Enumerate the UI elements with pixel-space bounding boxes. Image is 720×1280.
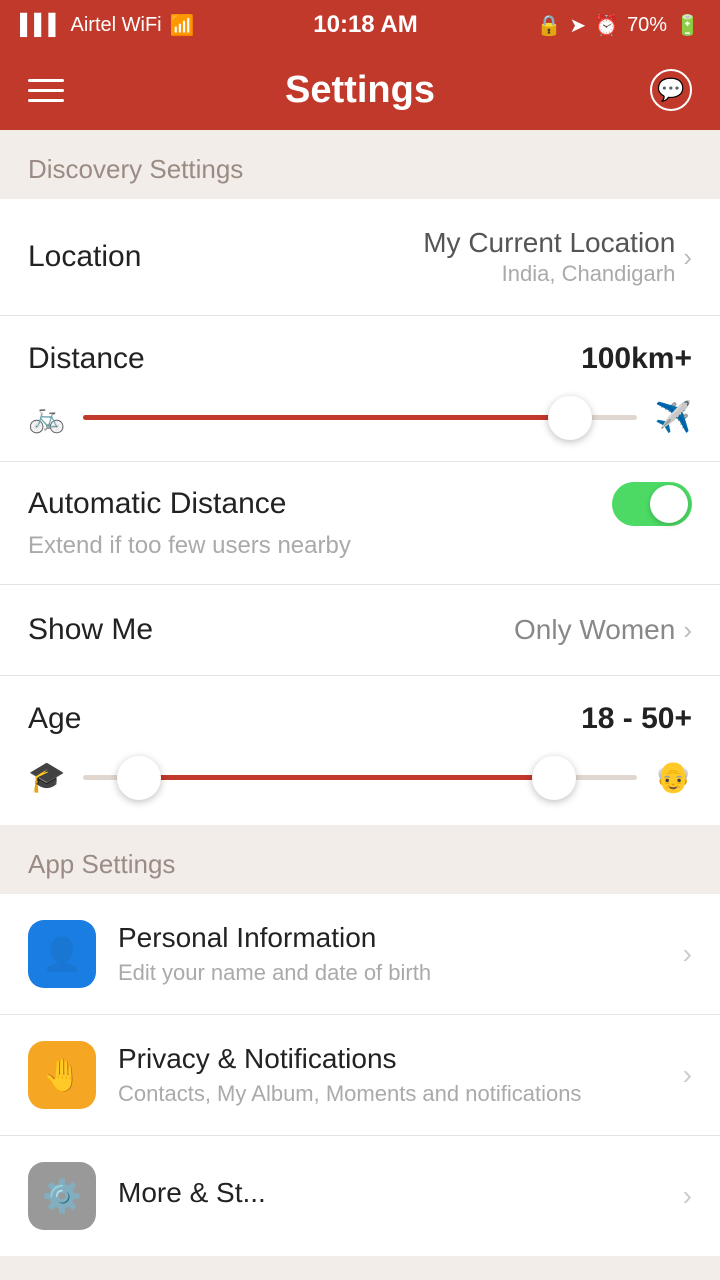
personal-info-content: Personal Information Edit your name and … [118,922,661,986]
location-sub-text: India, Chandigarh [502,261,676,287]
age-slider-thumb-right[interactable] [532,756,576,800]
location-row[interactable]: Location My Current Location India, Chan… [0,199,720,316]
hamburger-line [28,89,64,92]
app-settings-section: App Settings 👤 Personal Information Edit… [0,825,720,1256]
distance-slider-container: 🚲 ✈️ [28,400,692,435]
distance-label: Distance [28,342,145,376]
location-icon: ➤ [569,13,586,38]
notification-icon: 🤚 [42,1056,82,1094]
more-title: More & St... [118,1177,661,1209]
personal-info-title: Personal Information [118,922,661,954]
personal-info-chevron: › [683,938,692,970]
more-content: More & St... [118,1177,661,1215]
wifi-icon: 📶 [170,13,195,38]
battery-label: 70% [627,14,667,37]
show-me-label: Show Me [28,613,153,647]
age-section: Age 18 - 50+ 🎓 👴 [0,676,720,825]
personal-info-icon: 👤 [28,920,96,988]
privacy-subtitle: Contacts, My Album, Moments and notifica… [118,1081,661,1107]
age-icon-left: 🎓 [28,760,65,795]
chat-button[interactable]: 💬 [650,69,692,111]
auto-distance-row: Automatic Distance Extend if too few use… [0,462,720,585]
distance-icon-left: 🚲 [28,400,65,435]
privacy-title: Privacy & Notifications [118,1043,661,1075]
privacy-chevron: › [683,1059,692,1091]
menu-button[interactable] [28,79,64,102]
signal-icon: ▌▌▌ [20,14,63,37]
auto-distance-label: Automatic Distance [28,487,286,521]
app-settings-header: App Settings [0,825,720,894]
privacy-content: Privacy & Notifications Contacts, My Alb… [118,1043,661,1107]
age-slider-fill [139,775,554,780]
app-settings-card: 👤 Personal Information Edit your name an… [0,894,720,1256]
auto-distance-subtitle: Extend if too few users nearby [28,532,351,559]
auto-distance-toggle[interactable] [612,482,692,526]
location-value: My Current Location India, Chandigarh › [423,227,692,287]
status-right: 🔒 ➤ ⏰ 70% 🔋 [536,13,700,38]
lock-icon: 🔒 [536,13,561,38]
page-title: Settings [285,69,435,112]
personal-info-subtitle: Edit your name and date of birth [118,960,661,986]
distance-slider-thumb[interactable] [548,396,592,440]
distance-header: Distance 100km+ [28,342,692,376]
discovery-section-header: Discovery Settings [0,130,720,199]
show-me-value: Only Women › [514,614,692,646]
alarm-icon: ⏰ [594,13,619,38]
privacy-notifications-row[interactable]: 🤚 Privacy & Notifications Contacts, My A… [0,1015,720,1136]
battery-icon: 🔋 [675,13,700,38]
distance-section: Distance 100km+ 🚲 ✈️ [0,316,720,462]
location-main-text: My Current Location [423,227,675,259]
app-header: Settings 💬 [0,50,720,130]
discovery-section: Discovery Settings Location My Current L… [0,130,720,825]
age-value: 18 - 50+ [581,702,692,736]
status-time: 10:18 AM [313,11,417,39]
person-icon: 👤 [42,935,82,973]
chat-bubble-icon: 💬 [657,77,684,103]
distance-value: 100km+ [581,342,692,376]
more-icon: ⚙️ [28,1162,96,1230]
age-slider-thumb-left[interactable] [117,756,161,800]
distance-icon-right: ✈️ [655,400,692,435]
hamburger-line [28,99,64,102]
location-chevron: › [683,242,692,273]
location-detail: My Current Location India, Chandigarh [423,227,675,287]
hamburger-line [28,79,64,82]
personal-info-row[interactable]: 👤 Personal Information Edit your name an… [0,894,720,1015]
toggle-knob [650,485,688,523]
show-me-text: Only Women [514,614,675,646]
show-me-chevron: › [683,615,692,646]
more-settings-row[interactable]: ⚙️ More & St... › [0,1136,720,1256]
location-label: Location [28,240,141,274]
age-slider-track[interactable] [83,775,636,780]
privacy-icon: 🤚 [28,1041,96,1109]
distance-slider-fill [83,415,570,420]
age-icon-right: 👴 [655,760,692,795]
age-slider-container: 🎓 👴 [28,760,692,795]
gear-icon: ⚙️ [42,1177,82,1215]
age-header: Age 18 - 50+ [28,702,692,736]
show-me-row[interactable]: Show Me Only Women › [0,585,720,676]
age-label: Age [28,702,81,736]
status-bar: ▌▌▌ Airtel WiFi 📶 10:18 AM 🔒 ➤ ⏰ 70% 🔋 [0,0,720,50]
distance-slider-track[interactable] [83,415,636,420]
status-left: ▌▌▌ Airtel WiFi 📶 [20,13,195,38]
more-chevron: › [683,1180,692,1212]
auto-distance-top: Automatic Distance [28,482,692,526]
carrier-label: Airtel WiFi [71,14,162,37]
